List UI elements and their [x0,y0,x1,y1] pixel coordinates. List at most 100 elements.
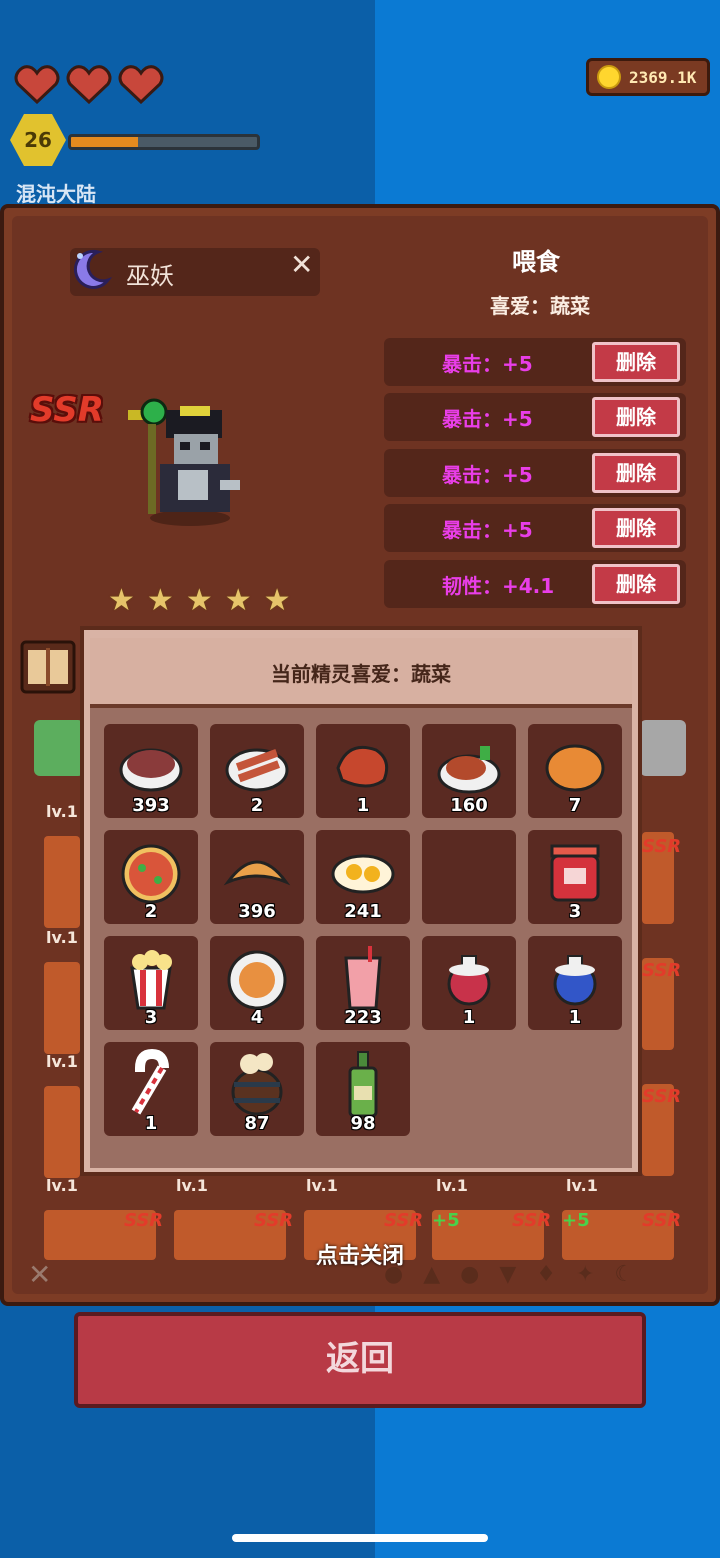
item-count: 241 [344,901,382,922]
item-count: 396 [238,901,276,922]
food-slot[interactable]: 1 [528,936,622,1030]
level-label: lv.1 [306,1176,338,1195]
star-icon: ★ [224,583,252,618]
item-count: 1 [356,795,370,816]
food-popup: 当前精灵喜爱：蔬菜 393 2 1 160 7 2 396 241 3 3 4 223 1 1 1 87 98 [80,626,642,1176]
stat-row: 暴击：+5 删除 [384,504,686,552]
stat-row: 暴击：+5 删除 [384,393,686,441]
world-name: 混沌大陆 [16,182,96,206]
level-label: lv.1 [46,802,78,821]
wind-icon[interactable]: ▼ [499,1262,516,1287]
hearts-bar [14,64,164,104]
close-icon[interactable]: ✕ [290,248,313,281]
empty-slot[interactable] [422,830,516,924]
moon-filter-icon[interactable]: ☾ [614,1262,634,1287]
heart-icon [14,65,60,104]
stat-text: 暴击：+5 [442,407,533,431]
red-potion-icon [447,955,491,1006]
pizza-icon [121,844,181,904]
bacon-plate-icon [225,748,289,792]
item-count: 4 [250,1007,264,1028]
rarity-mini: SSR [512,1210,552,1231]
food-slot[interactable]: 87 [210,1042,304,1136]
food-slot[interactable]: 2 [210,724,304,818]
bonus-mini: +5 [432,1210,460,1231]
home-indicator [232,1534,488,1542]
food-slot[interactable]: 3 [104,936,198,1030]
delete-button[interactable]: 删除 [592,564,680,604]
book-icon[interactable] [20,640,76,694]
rarity-mini: SSR [642,960,682,981]
meat-dish-icon [437,746,501,794]
item-count: 1 [462,1007,476,1028]
delete-button[interactable]: 删除 [592,342,680,382]
grilled-meat-icon [336,745,389,788]
coin-icon [597,65,621,89]
croissant-icon [223,860,291,886]
level-label: lv.1 [46,928,78,947]
jam-jar-icon [550,844,600,902]
monster-card[interactable] [44,1086,80,1178]
food-slot[interactable]: 4 [210,936,304,1030]
food-slot[interactable]: 160 [422,724,516,818]
monster-card[interactable] [44,836,80,928]
back-button[interactable]: 返回 [74,1312,646,1408]
food-slot[interactable]: 223 [316,936,410,1030]
wine-bottle-icon [348,1051,378,1118]
food-slot[interactable]: 1 [422,936,516,1030]
monster-name: 巫妖 [126,262,174,290]
tab-left[interactable] [34,720,84,776]
spark-icon[interactable]: ✦ [576,1262,594,1287]
stat-row: 暴击：+5 删除 [384,338,686,386]
item-count: 87 [244,1113,270,1134]
steak-plate-icon [119,748,183,792]
food-slot[interactable]: 98 [316,1042,410,1136]
item-count: 2 [250,795,264,816]
moon-icon [73,249,113,289]
water-icon[interactable]: ● [460,1262,479,1287]
food-slot[interactable]: 3 [528,830,622,924]
food-slot[interactable]: 393 [104,724,198,818]
beer-barrel-icon [231,1053,283,1116]
food-slot[interactable]: 1 [104,1042,198,1136]
food-grid: 393 2 1 160 7 2 396 241 3 3 4 223 1 1 1 87 98 [90,708,632,1168]
level-label: lv.1 [176,1176,208,1195]
rarity-mini: SSR [124,1210,164,1231]
tap-to-close-hint[interactable]: 点击关闭 [260,1238,460,1270]
monster-card[interactable] [44,962,80,1054]
level-label: lv.1 [46,1176,78,1195]
delete-button[interactable]: 删除 [592,453,680,493]
star-rating: ★ ★ ★ ★ ★ [108,586,291,616]
star-icon: ★ [185,583,213,618]
coin-amount: 2369.1K [629,67,697,87]
rarity-mini: SSR [384,1210,424,1231]
bonus-mini: +5 [562,1210,590,1231]
food-slot[interactable]: 241 [316,830,410,924]
food-slot[interactable]: 7 [528,724,622,818]
blue-potion-icon [553,955,597,1006]
item-count: 3 [568,901,582,922]
feed-title: 喂食 [512,248,560,276]
stat-text: 暴击：+5 [442,518,533,542]
tab-right[interactable] [640,720,686,776]
rarity-mini: SSR [642,836,682,857]
food-slot[interactable]: 396 [210,830,304,924]
item-count: 160 [450,795,488,816]
rarity-mini: SSR [642,1086,682,1107]
item-count: 2 [144,901,158,922]
level-label: lv.1 [566,1176,598,1195]
rarity-badge: SSR [30,390,104,430]
xp-fill [71,137,138,147]
food-slot[interactable]: 2 [104,830,198,924]
food-slot[interactable]: 1 [316,724,410,818]
item-count: 1 [568,1007,582,1028]
flame-icon[interactable]: ♦ [536,1262,556,1287]
soup-bowl-icon [227,950,287,1010]
delete-button[interactable]: 删除 [592,508,680,548]
popcorn-icon [130,950,172,1010]
lich-sprite [128,398,240,526]
coin-counter[interactable]: 2369.1K [586,58,710,96]
delete-button[interactable]: 删除 [592,397,680,437]
bottom-close-icon[interactable]: ✕ [28,1258,51,1291]
level-label: lv.1 [46,1052,78,1071]
